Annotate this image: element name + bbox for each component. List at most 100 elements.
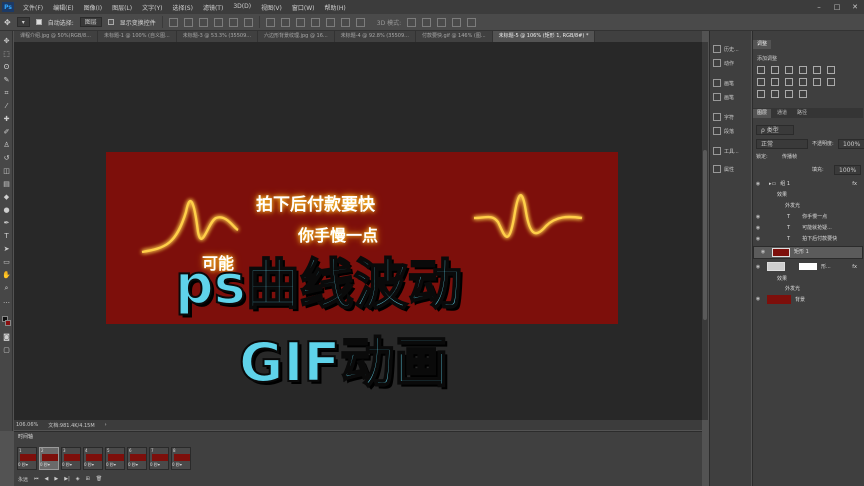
marquee-icon[interactable]: ⬚ — [2, 50, 11, 59]
zoom-level[interactable]: 106.06% — [16, 422, 38, 428]
tab-document[interactable]: 六边形背景纹理.jpg @ 16... — [258, 31, 335, 42]
new-frame-icon[interactable]: ⊞ — [86, 476, 90, 483]
timeline-frame[interactable]: 60 秒▾ — [127, 447, 147, 470]
curves-icon[interactable] — [785, 66, 793, 74]
fill-field[interactable]: 100% — [834, 165, 862, 175]
timeline-frame[interactable]: 70 秒▾ — [149, 447, 169, 470]
gradient-icon[interactable]: ▤ — [2, 180, 11, 189]
layer-row[interactable]: ◉ T 可能就抢疑... — [753, 222, 863, 233]
timeline-title[interactable]: 时间轴 — [18, 433, 33, 440]
timeline-frame[interactable]: 80 秒▾ — [171, 447, 191, 470]
menu-filter[interactable]: 滤镜(T) — [198, 3, 228, 12]
more-tools-icon[interactable]: … — [2, 297, 11, 306]
tab-paths[interactable]: 路径 — [793, 109, 811, 118]
tab-channels[interactable]: 通道 — [773, 109, 791, 118]
menu-layer[interactable]: 图层(L) — [107, 3, 137, 12]
eyedropper-icon[interactable]: ⁄ — [2, 102, 11, 111]
tab-document-active[interactable]: 未标题-5 @ 106% (矩形 1, RGB/8#) * — [492, 31, 596, 42]
stamp-icon[interactable]: ♙ — [2, 141, 11, 150]
levels-icon[interactable] — [771, 66, 779, 74]
align-bottom-icon[interactable] — [198, 17, 208, 27]
align-top-icon[interactable] — [168, 17, 178, 27]
menu-file[interactable]: 文件(F) — [18, 3, 48, 12]
eye-icon[interactable]: ◉ — [753, 264, 763, 270]
menu-select[interactable]: 选择(S) — [167, 3, 198, 12]
layer-row[interactable]: ◉ ▸▭ 组 1 fx — [753, 178, 863, 189]
layer-row[interactable]: ◉ T 你手慢一点 — [753, 211, 863, 222]
eye-icon[interactable]: ◉ — [758, 248, 768, 257]
path-select-icon[interactable]: ➤ — [2, 245, 11, 254]
propagate-frame-label[interactable]: 传播帧 — [782, 153, 797, 160]
photo-filter-icon[interactable] — [785, 78, 793, 86]
loop-select[interactable]: 永远 — [18, 476, 28, 483]
frame-delay[interactable]: 0 秒▾ — [62, 462, 72, 468]
frame-delay[interactable]: 0 秒▾ — [40, 462, 50, 468]
frame-delay[interactable]: 0 秒▾ — [18, 462, 28, 468]
layer-row-selected[interactable]: ◉ 矩形 1 — [753, 246, 863, 259]
frame-delay[interactable]: 0 秒▾ — [84, 462, 94, 468]
align-vcenter-icon[interactable] — [183, 17, 193, 27]
bw-icon[interactable] — [771, 78, 779, 86]
dock-brush-settings[interactable]: 画笔 — [713, 93, 734, 101]
move-tool-icon[interactable]: ✥ — [4, 18, 11, 27]
gradient-map-icon[interactable] — [785, 90, 793, 98]
zoom-icon[interactable]: ⌕ — [2, 284, 11, 293]
eye-icon[interactable]: ◉ — [753, 214, 763, 220]
layer-filter-dropdown[interactable]: ρ 类型 — [756, 125, 794, 135]
distribute-hcenter-icon[interactable] — [325, 17, 335, 27]
align-right-icon[interactable] — [243, 17, 253, 27]
timeline-frame[interactable]: 30 秒▾ — [61, 447, 81, 470]
layer-row[interactable]: ◉ T 拍下后付款要快 — [753, 233, 863, 244]
selective-color-icon[interactable] — [799, 90, 807, 98]
close-icon[interactable]: ✕ — [846, 3, 864, 11]
dodge-icon[interactable]: ● — [2, 206, 11, 215]
threshold-icon[interactable] — [771, 90, 779, 98]
quick-mask-icon[interactable]: ◙ — [2, 333, 11, 342]
tween-icon[interactable]: ◈ — [76, 476, 80, 483]
eye-icon[interactable]: ◉ — [753, 236, 763, 242]
dock-character[interactable]: 字符 — [713, 113, 734, 121]
quick-select-icon[interactable]: ✎ — [2, 76, 11, 85]
align-left-icon[interactable] — [213, 17, 223, 27]
menu-view[interactable]: 视图(V) — [256, 3, 287, 12]
history-brush-icon[interactable]: ↺ — [2, 154, 11, 163]
color-balance-icon[interactable] — [757, 78, 765, 86]
blur-icon[interactable]: ◆ — [2, 193, 11, 202]
eye-icon[interactable]: ◉ — [753, 296, 763, 302]
screen-mode-icon[interactable]: ▢ — [2, 346, 11, 355]
3d-slide-icon[interactable] — [452, 17, 462, 27]
frame-delay[interactable]: 0 秒▾ — [172, 462, 182, 468]
dock-properties[interactable]: 属性 — [713, 165, 734, 173]
timeline-frame[interactable]: 10 秒▾ — [17, 447, 37, 470]
menu-help[interactable]: 帮助(H) — [320, 3, 351, 12]
frame-delay[interactable]: 0 秒▾ — [128, 462, 138, 468]
vibrance-icon[interactable] — [813, 66, 821, 74]
frame-delay[interactable]: 0 秒▾ — [106, 462, 116, 468]
maximize-icon[interactable]: □ — [828, 3, 846, 11]
menu-type[interactable]: 文字(Y) — [137, 3, 167, 12]
dock-brush[interactable]: 画笔 — [713, 79, 734, 87]
layer-row[interactable]: ◉ 背景 — [753, 293, 863, 305]
tool-preset-dropdown[interactable]: ▾ — [16, 17, 30, 27]
background-color-swatch[interactable] — [5, 320, 11, 326]
hue-icon[interactable] — [827, 66, 835, 74]
first-frame-icon[interactable]: ⏮ — [34, 476, 39, 483]
tab-document[interactable]: 未标题-1 @ 100% (自义图... — [98, 31, 177, 42]
shape-icon[interactable]: ▭ — [2, 258, 11, 267]
delete-frame-icon[interactable]: 🗑 — [96, 476, 102, 483]
3d-rotate-icon[interactable] — [407, 17, 417, 27]
menu-3d[interactable]: 3D(D) — [228, 3, 256, 12]
pen-icon[interactable]: ✒ — [2, 219, 11, 228]
crop-icon[interactable]: ⌗ — [2, 89, 11, 98]
status-arrow-icon[interactable]: › — [105, 422, 107, 428]
brightness-icon[interactable] — [757, 66, 765, 74]
prev-frame-icon[interactable]: ◀ — [45, 476, 49, 483]
auto-select-checkbox[interactable] — [35, 19, 42, 25]
distribute-bottom-icon[interactable] — [295, 17, 305, 27]
brush-icon[interactable]: ✐ — [2, 128, 11, 137]
menu-image[interactable]: 图像(I) — [79, 3, 107, 12]
layer-row[interactable]: ◉ 形... fx — [753, 260, 863, 273]
dock-paragraph[interactable]: 段落 — [713, 127, 734, 135]
timeline-frame[interactable]: 50 秒▾ — [105, 447, 125, 470]
color-lookup-icon[interactable] — [813, 78, 821, 86]
